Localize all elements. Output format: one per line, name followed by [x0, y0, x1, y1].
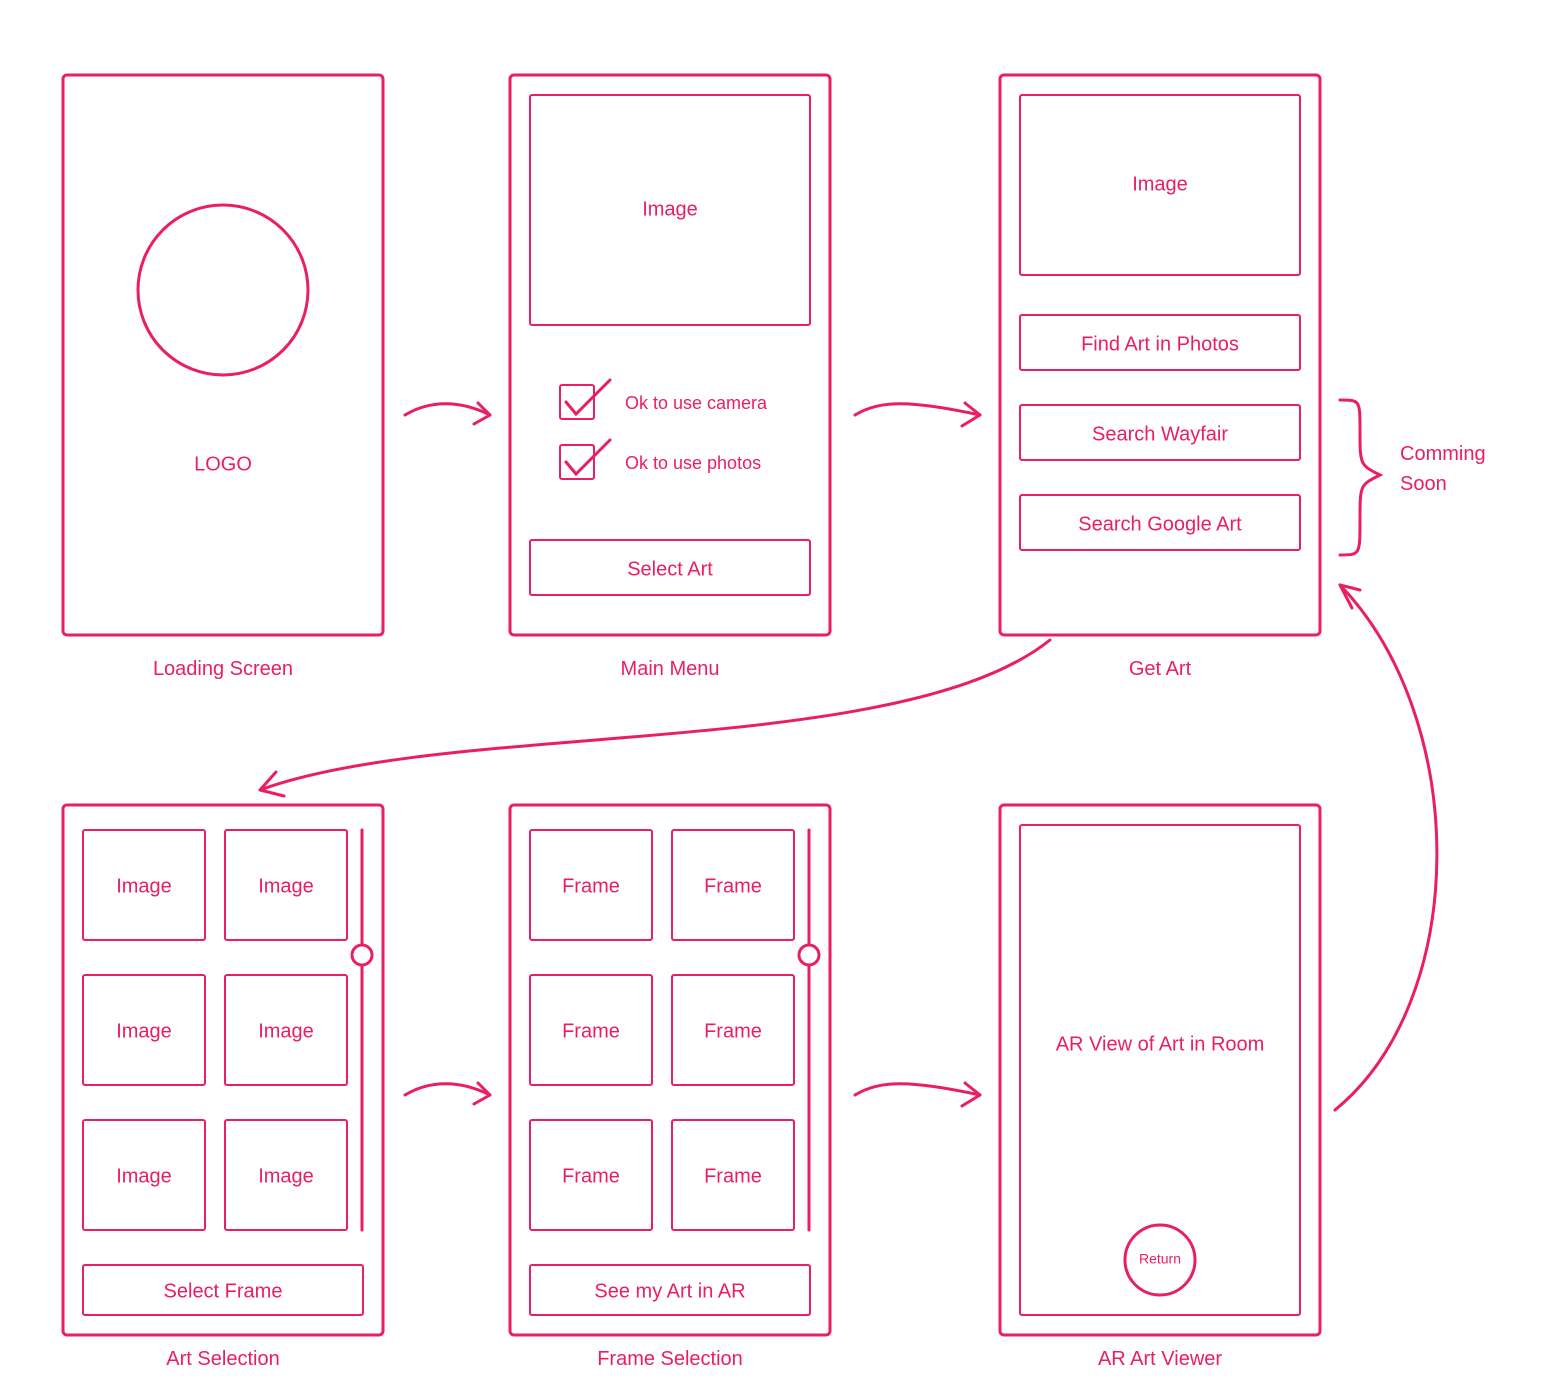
- get-art-image-label: Image: [1132, 173, 1188, 195]
- arrow-main-to-getart: [855, 403, 980, 426]
- ar-viewer-caption: AR Art Viewer: [1098, 1348, 1222, 1370]
- main-menu-image-label: Image: [642, 198, 698, 220]
- ar-view-area[interactable]: [1020, 825, 1300, 1315]
- checkbox-camera[interactable]: [560, 380, 610, 419]
- scrollbar-thumb-icon[interactable]: [352, 945, 372, 965]
- main-menu-caption: Main Menu: [621, 658, 720, 680]
- screen-main-menu: Image Ok to use camera Ok to use photos …: [510, 75, 830, 680]
- frame-selection-frame: [510, 805, 830, 1335]
- search-wayfair-label: Search Wayfair: [1092, 423, 1228, 445]
- get-art-caption: Get Art: [1129, 658, 1192, 680]
- loading-frame: [63, 75, 383, 635]
- loading-caption: Loading Screen: [153, 658, 293, 680]
- select-art-label: Select Art: [627, 558, 713, 580]
- screen-ar-viewer: AR View of Art in Room Return AR Art Vie…: [1000, 805, 1320, 1370]
- frame-tile-label: Frame: [704, 875, 762, 897]
- coming-soon-annotation: Comming Soon: [1340, 400, 1486, 555]
- brace-icon: [1340, 400, 1380, 555]
- frame-tile-label: Frame: [562, 1020, 620, 1042]
- return-label: Return: [1139, 1251, 1181, 1267]
- screen-art-selection: Image Image Image Image Image Image Sele…: [63, 805, 383, 1370]
- frame-tile-label: Frame: [562, 1165, 620, 1187]
- arrow-art-to-frame: [405, 1083, 490, 1104]
- checkbox-camera-label: Ok to use camera: [625, 393, 768, 413]
- screen-get-art: Image Find Art in Photos Search Wayfair …: [1000, 75, 1320, 680]
- logo-circle-icon: [138, 205, 308, 375]
- art-tile-label: Image: [116, 1020, 172, 1042]
- screen-frame-selection: Frame Frame Frame Frame Frame Frame See …: [510, 805, 830, 1370]
- frame-tile-label: Frame: [704, 1020, 762, 1042]
- checkbox-photos[interactable]: [560, 440, 610, 479]
- arrow-frame-to-ar: [855, 1083, 980, 1106]
- ar-view-label: AR View of Art in Room: [1056, 1033, 1265, 1055]
- art-selection-caption: Art Selection: [166, 1348, 279, 1370]
- art-tile-label: Image: [258, 875, 314, 897]
- checkbox-photos-label: Ok to use photos: [625, 453, 761, 473]
- coming-soon-line2: Soon: [1400, 473, 1447, 495]
- frame-tile-label: Frame: [704, 1165, 762, 1187]
- see-art-ar-label: See my Art in AR: [594, 1280, 745, 1302]
- search-google-art-label: Search Google Art: [1078, 513, 1242, 535]
- frame-tile-label: Frame: [562, 875, 620, 897]
- art-tile-label: Image: [258, 1165, 314, 1187]
- logo-text: LOGO: [194, 453, 252, 475]
- find-art-photos-label: Find Art in Photos: [1081, 333, 1239, 355]
- art-tile-label: Image: [116, 1165, 172, 1187]
- art-tile-label: Image: [116, 875, 172, 897]
- arrow-loading-to-main: [405, 403, 490, 424]
- frame-selection-caption: Frame Selection: [597, 1348, 743, 1370]
- coming-soon-line1: Comming: [1400, 443, 1486, 465]
- art-tile-label: Image: [258, 1020, 314, 1042]
- art-selection-frame: [63, 805, 383, 1335]
- scrollbar-thumb-icon[interactable]: [799, 945, 819, 965]
- select-frame-label: Select Frame: [164, 1280, 283, 1302]
- main-menu-frame: [510, 75, 830, 635]
- arrow-ar-to-getart: [1335, 585, 1437, 1110]
- screen-loading: LOGO Loading Screen: [63, 75, 383, 680]
